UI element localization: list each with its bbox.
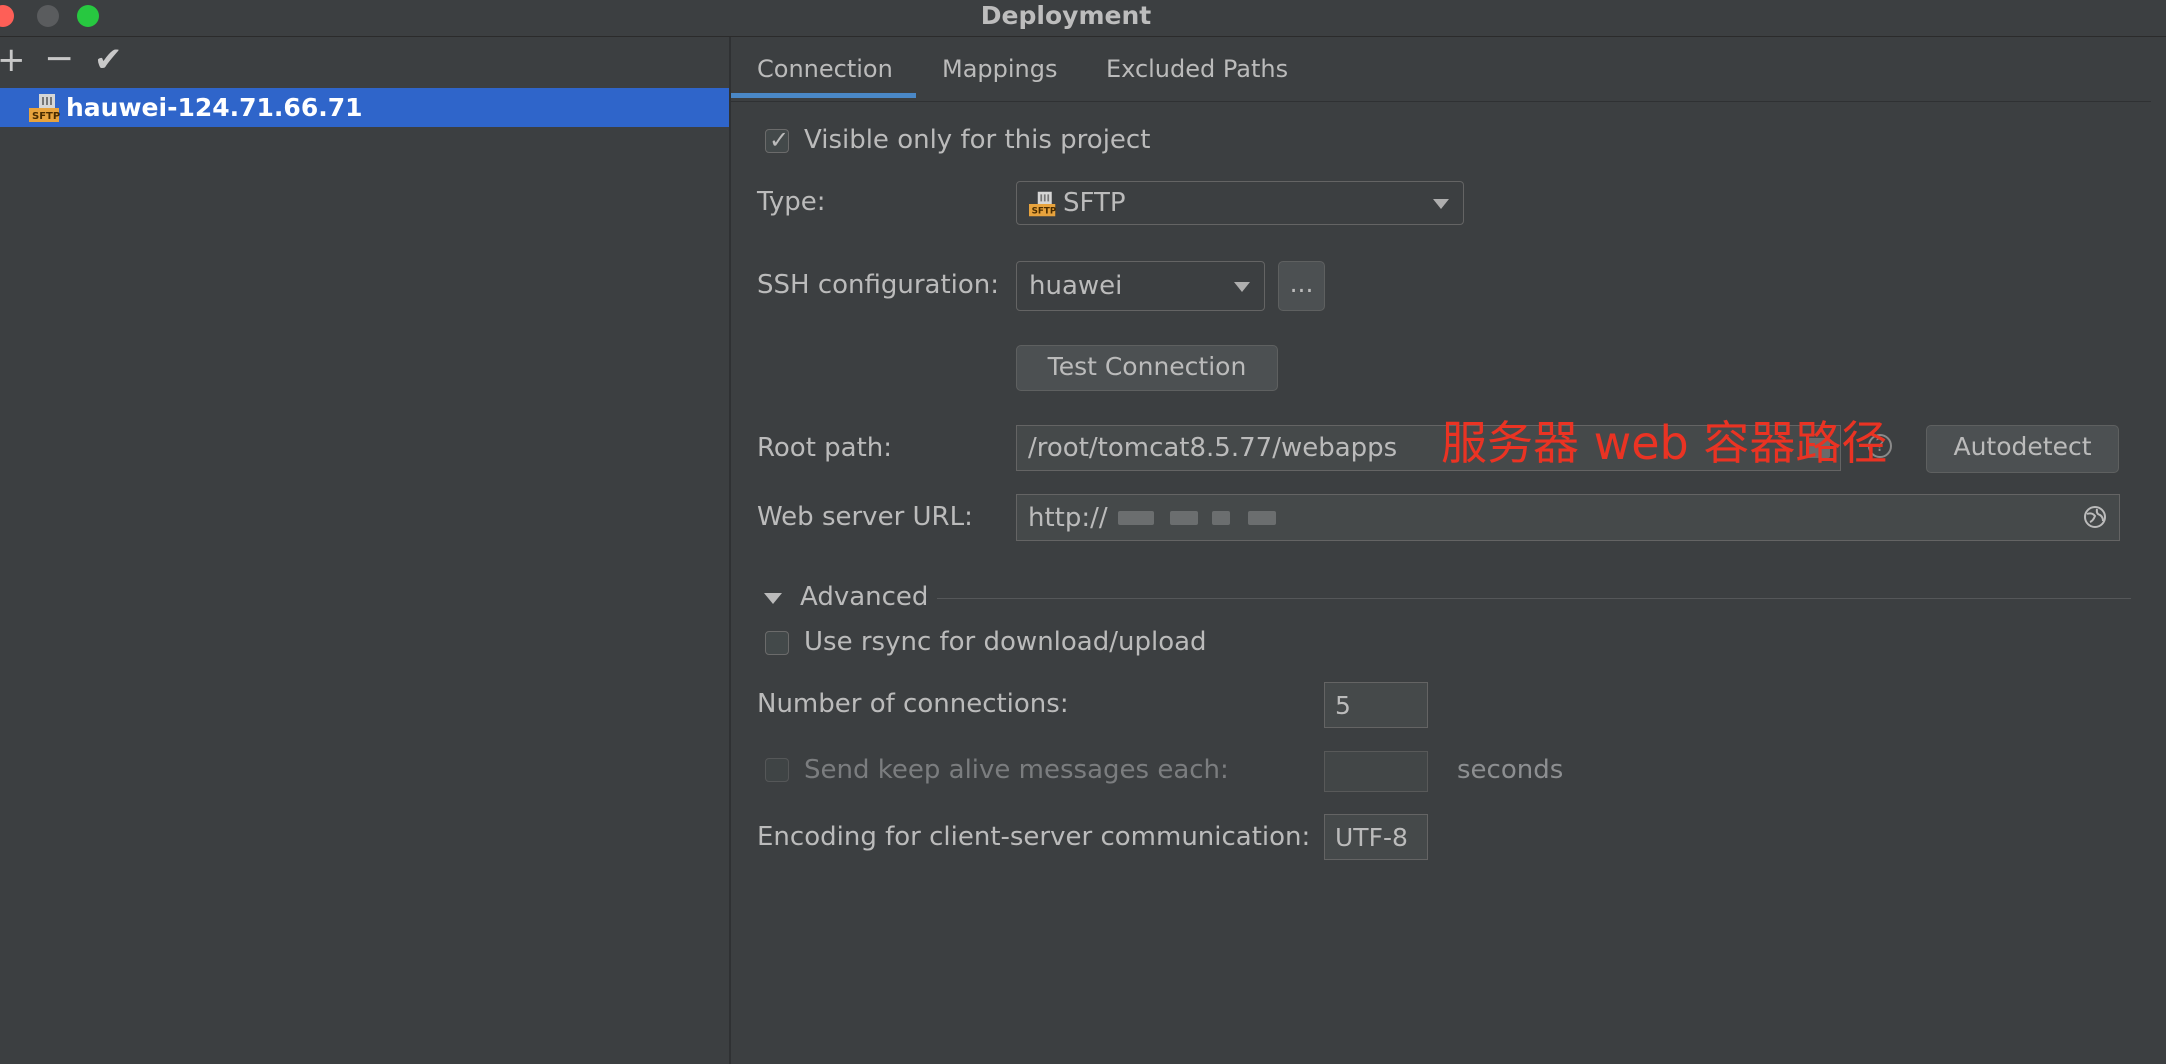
tab-excluded-paths[interactable]: Excluded Paths xyxy=(1106,55,1288,83)
server-list-item[interactable]: SFTP hauwei-124.71.66.71 xyxy=(0,88,729,127)
tab-mappings[interactable]: Mappings xyxy=(942,55,1058,83)
chevron-down-icon[interactable] xyxy=(764,593,782,604)
web-server-url-label: Web server URL: xyxy=(757,502,973,532)
connection-settings-panel: Connection Mappings Excluded Paths Visib… xyxy=(731,37,2166,1064)
connections-count-input[interactable] xyxy=(1325,683,1427,727)
section-divider xyxy=(937,598,2131,599)
ssh-config-value: huawei xyxy=(1029,271,1123,301)
sftp-server-icon: SFTP xyxy=(29,94,60,122)
advanced-section-label[interactable]: Advanced xyxy=(800,582,928,612)
redacted-text xyxy=(1170,511,1198,525)
test-connection-button[interactable]: Test Connection xyxy=(1016,345,1278,391)
type-label: Type: xyxy=(757,187,826,217)
ssh-config-browse-button[interactable]: ... xyxy=(1278,261,1325,311)
seconds-label: seconds xyxy=(1457,755,1564,785)
encoding-label: Encoding for client-server communication… xyxy=(757,822,1311,852)
connections-count-label: Number of connections: xyxy=(757,689,1069,719)
ssh-config-label: SSH configuration: xyxy=(757,270,1000,300)
tab-connection[interactable]: Connection xyxy=(757,55,893,83)
keep-alive-label: Send keep alive messages each: xyxy=(804,755,1229,785)
annotation-text: 服务器 web 容器路径 xyxy=(1441,416,1888,470)
active-tab-indicator xyxy=(731,93,916,98)
visible-only-label: Visible only for this project xyxy=(804,125,1151,155)
add-server-button[interactable]: + xyxy=(0,42,26,78)
type-value: SFTP xyxy=(1063,188,1126,218)
server-list-panel: + − ✔ SFTP hauwei-124.71.66.71 xyxy=(0,37,731,1064)
chevron-down-icon xyxy=(1234,282,1250,292)
globe-icon[interactable] xyxy=(2083,505,2107,529)
web-server-url-field[interactable] xyxy=(1016,494,2120,541)
svg-text:SFTP: SFTP xyxy=(32,111,60,122)
keep-alive-input[interactable] xyxy=(1325,752,1427,791)
svg-text:SFTP: SFTP xyxy=(1032,207,1057,217)
root-path-label: Root path: xyxy=(757,433,893,463)
redacted-text xyxy=(1212,511,1230,525)
ssh-config-select[interactable]: huawei xyxy=(1016,261,1265,311)
remove-server-button[interactable]: − xyxy=(44,41,74,77)
encoding-field[interactable] xyxy=(1324,814,1428,860)
type-select[interactable]: SFTP SFTP xyxy=(1016,181,1464,225)
tab-bar: Connection Mappings Excluded Paths xyxy=(731,37,2151,102)
chevron-down-icon xyxy=(1433,199,1449,209)
redacted-text xyxy=(1118,511,1154,525)
server-name: hauwei-124.71.66.71 xyxy=(66,93,363,122)
title-bar: Deployment xyxy=(0,0,2166,37)
encoding-input[interactable] xyxy=(1325,815,1427,859)
rsync-label: Use rsync for download/upload xyxy=(804,627,1207,657)
window-title: Deployment xyxy=(980,1,1152,30)
autodetect-button[interactable]: Autodetect xyxy=(1926,425,2119,473)
set-default-button[interactable]: ✔ xyxy=(94,42,123,78)
sftp-icon: SFTP xyxy=(1029,191,1057,217)
rsync-checkbox[interactable] xyxy=(765,631,789,655)
connections-count-field[interactable] xyxy=(1324,682,1428,728)
visible-only-checkbox[interactable] xyxy=(765,126,789,154)
redacted-text xyxy=(1248,511,1276,525)
keep-alive-checkbox[interactable] xyxy=(765,758,789,782)
keep-alive-field[interactable] xyxy=(1324,751,1428,792)
